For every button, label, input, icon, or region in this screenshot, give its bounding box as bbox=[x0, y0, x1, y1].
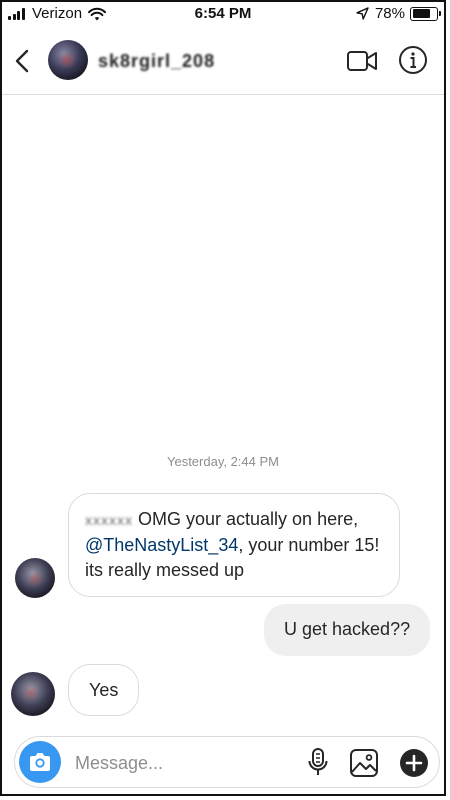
incoming-message-bubble[interactable]: xxxxxx OMG your actually on here, @TheNa… bbox=[68, 493, 400, 597]
message-text: Yes bbox=[89, 680, 119, 700]
thread-header: sk8rgirl_208 bbox=[2, 28, 444, 95]
video-call-icon[interactable] bbox=[346, 48, 378, 74]
plus-icon[interactable] bbox=[399, 748, 429, 778]
back-chevron-icon[interactable] bbox=[12, 48, 34, 74]
gallery-icon[interactable] bbox=[349, 748, 379, 778]
blurred-sender-text: xxxxxx bbox=[85, 512, 133, 528]
message-timestamp: Yesterday, 2:44 PM bbox=[166, 454, 279, 469]
microphone-icon[interactable] bbox=[307, 747, 329, 777]
message-text: OMG your actually on here, bbox=[133, 509, 359, 529]
battery-percent: 78% bbox=[374, 5, 405, 22]
sender-avatar[interactable] bbox=[15, 558, 55, 598]
battery-fill bbox=[412, 9, 430, 18]
sender-avatar[interactable] bbox=[11, 672, 55, 716]
battery-icon bbox=[410, 6, 441, 21]
header-avatar[interactable] bbox=[48, 40, 88, 80]
mention-link[interactable]: @TheNastyList_34 bbox=[85, 535, 238, 555]
message-text: U get hacked?? bbox=[284, 619, 411, 639]
location-arrow-icon bbox=[356, 7, 369, 20]
incoming-message-bubble[interactable]: Yes bbox=[68, 664, 140, 716]
header-username[interactable]: sk8rgirl_208 bbox=[98, 51, 215, 72]
info-icon[interactable] bbox=[398, 45, 428, 75]
dm-thread-screen: Verizon 6:54 PM 78% sk8rgirl_208 Yesterd… bbox=[0, 0, 446, 796]
camera-button[interactable] bbox=[19, 741, 61, 783]
message-input[interactable] bbox=[73, 747, 297, 779]
outgoing-message-bubble[interactable]: U get hacked?? bbox=[264, 604, 431, 656]
status-bar: Verizon 6:54 PM 78% bbox=[2, 2, 444, 28]
battery-cap bbox=[439, 10, 441, 16]
message-composer bbox=[14, 736, 440, 788]
camera-icon bbox=[30, 753, 50, 771]
status-right: 78% bbox=[356, 5, 441, 22]
